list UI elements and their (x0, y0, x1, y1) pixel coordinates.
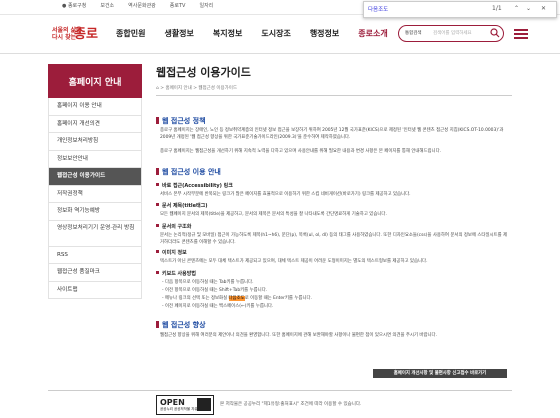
sidebar-title: 홈페이지 안내 (48, 64, 142, 98)
section-marker-icon (156, 321, 159, 328)
search-input[interactable]: 검색어를 입력하세요 (433, 30, 472, 36)
subsection-text: 문서는 논리적(정규 및 모바일) 접근이 가능하도록 제목(h1~h6), 문… (160, 233, 508, 245)
sidebar-item[interactable]: 영상정보처리기기 운영·관리 방침 (48, 220, 142, 247)
keyboard-tip: - 이전 페이지로 이동하실 때는 백스페이스(←)키를 누릅니다. (162, 304, 274, 309)
nav-item-active[interactable]: 종로소개 (358, 28, 387, 39)
header-search: 통합검색 검색어를 입력하세요 (398, 25, 504, 42)
logo-text: 종로 (74, 27, 98, 42)
sidebar-item[interactable]: 개인정보처리방침 (48, 133, 142, 151)
sidebar-item[interactable]: 사이트맵 (48, 281, 142, 299)
subsection-heading: 문서의 구조화 (156, 223, 191, 230)
feedback-button[interactable]: 홈페이지 개선사항 및 불편사항 신고접수 바로가기 (373, 369, 507, 378)
section-heading: 웹 접근성 향상 (156, 320, 206, 330)
utility-link[interactable]: 일자리 (199, 2, 213, 9)
nav-item[interactable]: 복지정보 (213, 28, 242, 39)
footer: OPEN 공공누리 공공저작물 자유이용허락 본 저작물은 공공누리 "제1유형… (48, 390, 512, 418)
nav-item[interactable]: 종합민원 (116, 28, 145, 39)
sidebar-item[interactable]: 홈페이지 개선의견 (48, 115, 142, 133)
find-count: 1/1 (492, 5, 502, 12)
search-scope-select[interactable]: 통합검색 (405, 30, 422, 36)
subsection-text: 텍스트가 아닌 콘텐츠에는 모두 대체 텍스트가 제공되고 있으며, 대체 텍스… (160, 259, 428, 264)
sidebar-item[interactable]: 정보화 역기능예방 (48, 203, 142, 221)
sidebar-item-active[interactable]: 웹접근성 이용가이드 (48, 168, 142, 186)
subsection-text: 모든 웹페이지 문서의 제목(title)을 제공하고, 문서의 제목은 문서의… (160, 212, 387, 217)
section-heading: 웹 접근성 이용 안내 (156, 167, 221, 177)
keyboard-tip: - 이전 항목으로 이동하실 때는 Shift+Tab키를 누릅니다. (162, 288, 268, 293)
subsection-heading: 이미지 정보 (156, 249, 187, 256)
ogl-title: OPEN (160, 398, 185, 407)
divider (156, 95, 512, 96)
find-down-icon[interactable]: ⌄ (526, 5, 531, 12)
utility-link[interactable]: 보건소 (100, 2, 114, 9)
sidebar-item[interactable]: RSS (48, 246, 142, 264)
find-up-icon[interactable]: ⌃ (514, 5, 519, 12)
find-close-icon[interactable]: ✕ (541, 5, 546, 12)
open-license-badge: OPEN 공공누리 공공저작물 자유이용허락 (156, 395, 214, 415)
site-header: 서울의 삶을 다시 찾는 종로 종합민원 생활정보 복지정보 도시장조 행정정보 … (0, 15, 560, 54)
utility-link[interactable]: ● 종로구청 (62, 2, 86, 9)
jongno-logo[interactable]: 서울의 삶을 다시 찾는 종로 (52, 22, 102, 48)
sidebar: 홈페이지 안내 홈페이지 이용 안내 홈페이지 개선의견 개인정보처리방침 정보… (48, 64, 142, 299)
section-marker-icon (156, 168, 159, 175)
find-in-page-bar: 다음조도 1/1 ⌃ ⌄ ✕ (363, 1, 557, 18)
main-nav: 종합민원 생활정보 복지정보 도시장조 행정정보 종로소개 (116, 28, 407, 39)
section-text: 웹접근성 향상을 위해 여러분의 제안이나 의견을 환영합니다. 또한 홈페이지… (160, 333, 437, 338)
license-text: 본 저작물은 공공누리 "제1유형:출처표시" 조건에 따라 이용할 수 있습니… (220, 402, 362, 407)
utility-link[interactable]: 역사문화관광 (128, 2, 156, 9)
search-highlight: 다음조도 (228, 296, 245, 301)
nav-item[interactable]: 행정정보 (310, 28, 339, 39)
subsection-heading: 바로 접근(Accessibility) 링크 (156, 182, 233, 189)
page-title: 웹접근성 이용가이드 (156, 66, 251, 79)
sidebar-item[interactable]: 웹접근성 품질마크 (48, 264, 142, 282)
breadcrumb: ⌂ > 홈페이지 안내 > 웹접근성 이용가이드 (156, 86, 238, 91)
utility-link[interactable]: 종로TV (170, 2, 186, 9)
keyboard-tip: - 다음 항목으로 이동하실 때는 Tab키를 누릅니다. (162, 280, 254, 285)
menu-icon[interactable] (514, 29, 528, 39)
main-content: 웹접근성 이용가이드 ⌂ > 홈페이지 안내 > 웹접근성 이용가이드 웹 접근… (156, 64, 512, 338)
nav-item[interactable]: 생활정보 (164, 28, 193, 39)
utility-links: ● 종로구청 보건소 역사문화관광 종로TV 일자리 (62, 2, 213, 9)
find-input[interactable]: 다음조도 (368, 5, 488, 14)
section-text: 종로구 홈페이지는 웹접근성을 개선하기 위해 지속적 노력을 다하고 있으며 … (160, 149, 442, 154)
section-heading: 웹 접근성 정책 (156, 116, 206, 126)
sidebar-item[interactable]: 홈페이지 이용 안내 (48, 98, 142, 116)
nav-item[interactable]: 도시장조 (261, 28, 290, 39)
keyboard-tip: - 메뉴나 링크의 선택 또는 정보화실 다음조도로 이동할 때는 Enter키… (162, 296, 312, 301)
sidebar-item[interactable]: 정보보안안내 (48, 150, 142, 168)
subsection-heading: 키보드 사용방법 (156, 270, 196, 277)
sidebar-item[interactable]: 저작권정책 (48, 185, 142, 203)
search-icon[interactable] (490, 28, 500, 38)
ogl-mark-icon (197, 398, 211, 411)
section-marker-icon (156, 117, 159, 124)
subsection-text: 서비스 본부 시작부분에 반복되는 링크가 많은 페이지를 효율적으로 이용하기… (160, 192, 411, 197)
subsection-heading: 문서 제목(title태그) (156, 202, 208, 209)
